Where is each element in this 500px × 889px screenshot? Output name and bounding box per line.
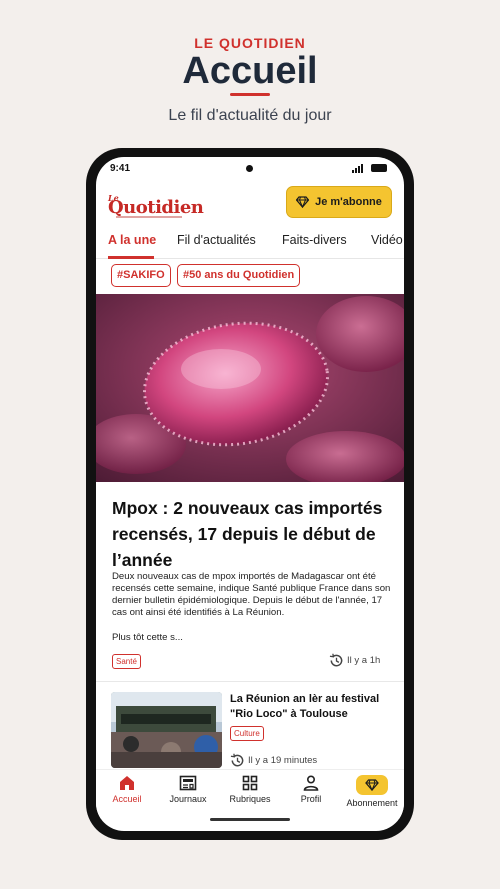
promo-title: Accueil [182,50,318,92]
article-divider [96,681,404,682]
promo-brand: LE QUOTIDIEN [194,35,306,51]
promo-subtitle: Le fil d'actualité du jour [168,107,332,124]
main-article-lead: Deux nouveaux cas de mpox importés de Ma… [112,571,391,618]
logo-tagline [116,216,182,218]
nav-journaux-label: Journaux [169,794,207,804]
diamond-icon [365,779,379,791]
subscribe-label: Je m'abonne [315,196,382,208]
subscribe-button[interactable]: Je m'abonne [286,186,392,218]
grid-icon [242,775,258,791]
virus-illustration [96,294,404,482]
logo-quotidien: Quotidien [108,197,204,218]
nav-rubriques[interactable]: Rubriques [220,775,280,804]
status-bar: 9:41 [96,157,404,181]
second-article-time: Il y a 19 minutes [230,753,317,768]
tab-fil-actualites[interactable]: Fil d'actualités [177,233,256,247]
second-article-thumbnail[interactable] [111,692,222,768]
nav-accueil[interactable]: Accueil [97,775,157,804]
app-header: Le Quotidien Je m'abonne [96,181,404,231]
tab-faits-divers[interactable]: Faits-divers [282,233,347,247]
signal-icon [352,163,366,173]
battery-icon [371,164,387,172]
home-icon [120,776,134,790]
camera-icon [246,165,253,172]
status-time: 9:41 [110,163,131,174]
home-indicator [210,818,290,821]
phone-screen: 9:41 Le Quotidien Je m'abonne A la une F… [96,157,404,831]
app-logo[interactable]: Le Quotidien [108,191,204,219]
nav-abonnement[interactable]: Abonnement [342,775,402,808]
tag-sakifo[interactable]: #SAKIFO [111,264,171,287]
category-badge-sante[interactable]: Santé [112,654,141,669]
festival-photo [111,692,222,768]
bottom-navigation: Accueil Journaux Rubriques Profil Abonne… [96,769,404,819]
article-image[interactable] [96,294,404,482]
main-article-title[interactable]: Mpox : 2 nouveaux cas importés recensés,… [112,495,394,573]
history-icon [329,653,343,667]
tab-video[interactable]: Vidéo [371,233,403,247]
tab-a-la-une[interactable]: A la une [108,233,156,247]
nav-profil[interactable]: Profil [281,775,341,804]
diamond-icon [296,196,310,208]
nav-abonnement-pill [356,775,388,795]
active-tab-indicator [108,256,154,259]
second-article-time-text: Il y a 19 minutes [248,755,318,766]
history-icon [230,753,244,767]
category-tabs: A la une Fil d'actualités Faits-divers V… [96,231,404,259]
promo-underline [230,93,270,96]
tag-50-ans[interactable]: #50 ans du Quotidien [177,264,301,287]
newspaper-icon [179,775,197,791]
nav-rubriques-label: Rubriques [229,794,271,804]
main-article-time-text: Il y a 1h [347,655,381,666]
nav-journaux[interactable]: Journaux [158,775,218,804]
nav-abonnement-label: Abonnement [346,798,398,808]
person-icon [303,775,319,791]
main-article-more[interactable]: Plus tôt cette s... [112,632,183,643]
category-badge-culture[interactable]: Culture [230,726,264,741]
nav-accueil-label: Accueil [112,794,142,804]
nav-profil-label: Profil [300,794,322,804]
second-article-title[interactable]: La Réunion an lèr au festival "Rio Loco"… [230,692,398,722]
main-article-time: Il y a 1h [329,653,380,668]
